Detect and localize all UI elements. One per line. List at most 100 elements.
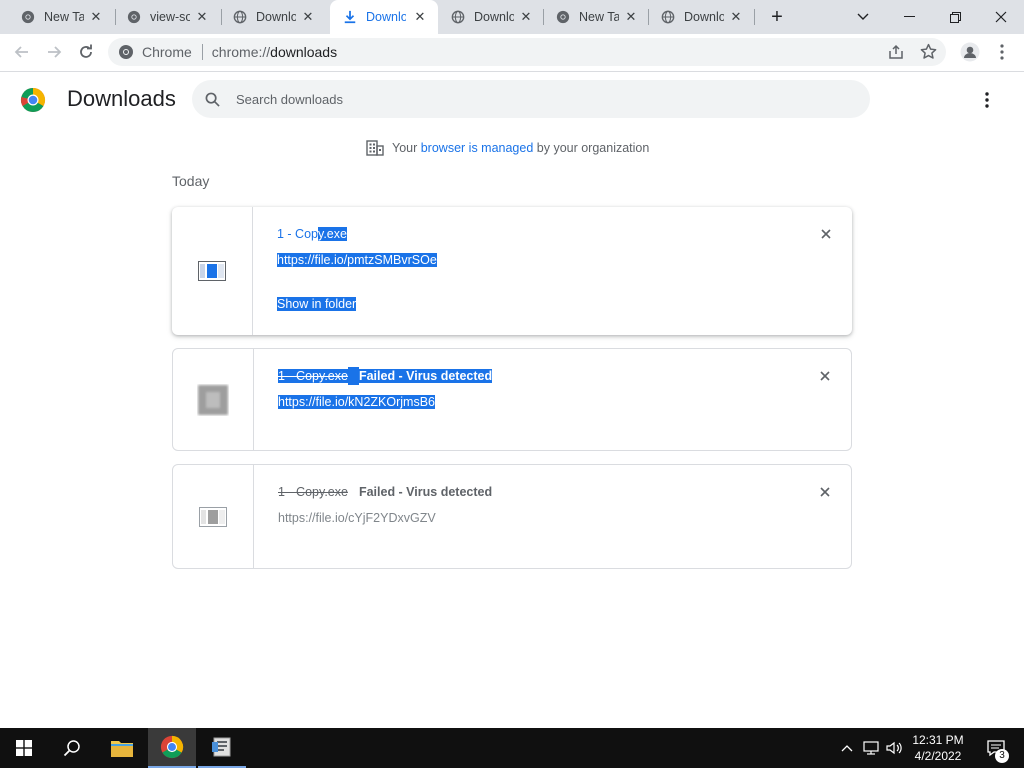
reload-button[interactable] bbox=[72, 38, 100, 66]
share-icon[interactable] bbox=[888, 44, 904, 60]
url-path: downloads bbox=[270, 44, 338, 60]
tab-new-tab-1[interactable]: New Tab ✕ bbox=[0, 0, 114, 34]
globe-icon bbox=[232, 9, 248, 25]
tab-close-icon[interactable]: ✕ bbox=[194, 9, 210, 25]
forward-button[interactable] bbox=[40, 38, 68, 66]
tab-title: view-source bbox=[150, 10, 190, 24]
browser-toolbar: Chrome chrome://downloads bbox=[0, 34, 1024, 72]
profile-avatar-icon[interactable] bbox=[956, 38, 984, 66]
managed-link[interactable]: browser is managed bbox=[421, 141, 534, 155]
remove-item-close-icon[interactable] bbox=[817, 484, 833, 500]
remove-item-close-icon[interactable] bbox=[817, 368, 833, 384]
download-icon bbox=[342, 9, 358, 25]
notification-count-badge: 3 bbox=[995, 749, 1009, 763]
file-url[interactable]: https://file.io/pmtzSMBvrSOe bbox=[277, 251, 437, 269]
show-in-folder-button[interactable]: Show in folder bbox=[277, 295, 357, 313]
taskbar-app-icon[interactable] bbox=[198, 728, 246, 768]
file-icon-cell bbox=[173, 349, 254, 450]
download-item: 1 - Copy.exe Failed - Virus detected htt… bbox=[172, 348, 852, 451]
tab-title: New Tab bbox=[579, 10, 619, 24]
show-in-folder-label: Show in folder bbox=[277, 297, 357, 311]
tab-close-icon[interactable]: ✕ bbox=[518, 9, 534, 25]
file-name[interactable]: 1 - Copy.exe bbox=[277, 225, 347, 243]
show-hidden-icons-chevron-up-icon[interactable] bbox=[836, 728, 858, 768]
tab-strip: New Tab ✕ view-source ✕ Downloads ✕ Down… bbox=[0, 0, 1024, 34]
status-text: Failed - Virus detected bbox=[358, 485, 493, 499]
download-item: 1 - Copy.exe https://file.io/pmtzSMBvrSO… bbox=[172, 207, 852, 335]
chip-divider bbox=[201, 44, 203, 60]
url-text: chrome://downloads bbox=[212, 44, 337, 60]
system-clock[interactable]: 12:31 PM 4/2/2022 bbox=[912, 732, 964, 764]
file-name-selected: y.exe bbox=[318, 227, 347, 241]
bookmark-star-icon[interactable] bbox=[920, 43, 937, 60]
address-bar[interactable]: Chrome chrome://downloads bbox=[108, 38, 946, 66]
file-url-text: https://file.io/kN2ZKOrjmsB6 bbox=[278, 395, 435, 409]
taskbar-chrome-icon[interactable] bbox=[148, 728, 196, 768]
file-icon-cell bbox=[173, 465, 254, 568]
blocked-file-icon bbox=[197, 384, 229, 416]
action-center-notification-icon[interactable]: 3 bbox=[976, 728, 1016, 768]
start-button-windows-icon[interactable] bbox=[0, 728, 48, 768]
windows-taskbar: 12:31 PM 4/2/2022 3 bbox=[0, 728, 1024, 768]
tab-close-icon[interactable]: ✕ bbox=[300, 9, 316, 25]
tab-title: New Tab bbox=[44, 10, 84, 24]
tab-downloads-2[interactable]: Downloads ✕ bbox=[430, 0, 544, 34]
file-name: 1 - Copy.exe bbox=[278, 485, 348, 499]
network-icon[interactable] bbox=[860, 728, 882, 768]
file-url[interactable]: https://file.io/kN2ZKOrjmsB6 bbox=[278, 393, 435, 411]
tab-downloads-1[interactable]: Downloads ✕ bbox=[212, 0, 326, 34]
new-tab-button[interactable]: + bbox=[762, 0, 792, 34]
file-icon-cell bbox=[172, 207, 253, 335]
tab-title: Downloads bbox=[684, 10, 724, 24]
managed-suffix: by your organization bbox=[533, 141, 650, 155]
file-name-row: 1 - Copy.exe Failed - Virus detected bbox=[278, 367, 493, 385]
exe-file-icon bbox=[198, 261, 226, 281]
clock-date: 4/2/2022 bbox=[914, 749, 962, 763]
tab-close-icon[interactable]: ✕ bbox=[728, 9, 744, 25]
managed-notice: Your browser is managed by your organiza… bbox=[366, 140, 649, 156]
tab-title: Downloads bbox=[256, 10, 296, 24]
file-url-text: https://file.io/pmtzSMBvrSOe bbox=[277, 253, 437, 267]
tab-close-icon[interactable]: ✕ bbox=[623, 9, 639, 25]
chrome-logo-icon bbox=[20, 87, 46, 113]
chrome-icon bbox=[118, 44, 134, 60]
file-name-row: 1 - Copy.exe Failed - Virus detected bbox=[278, 483, 492, 501]
date-section-label: Today bbox=[172, 173, 210, 189]
minimize-button[interactable] bbox=[886, 0, 932, 34]
taskbar-search-icon[interactable] bbox=[48, 728, 96, 768]
download-item: 1 - Copy.exe Failed - Virus detected http… bbox=[172, 464, 852, 569]
search-icon bbox=[205, 92, 220, 107]
downloads-more-menu-icon[interactable] bbox=[985, 92, 989, 108]
downloads-page: Downloads Your browser is managed by you… bbox=[0, 72, 1024, 728]
file-explorer-icon[interactable] bbox=[98, 728, 146, 768]
file-name-unselected: 1 - Cop bbox=[277, 227, 318, 241]
clock-time: 12:31 PM bbox=[912, 733, 964, 747]
tab-view-source[interactable]: view-source ✕ bbox=[106, 0, 220, 34]
tab-downloads-3[interactable]: Downloads ✕ bbox=[640, 0, 754, 34]
site-chip[interactable]: Chrome bbox=[118, 44, 192, 60]
search-input[interactable] bbox=[236, 91, 836, 107]
downloads-header: Downloads bbox=[0, 72, 1024, 128]
back-button[interactable] bbox=[8, 38, 36, 66]
tab-title: Downloads bbox=[474, 10, 514, 24]
url-scheme: chrome:// bbox=[211, 44, 271, 60]
tab-downloads-active[interactable]: Downloads ✕ bbox=[330, 0, 438, 34]
chrome-icon bbox=[555, 9, 571, 25]
status-text: Failed - Virus detected bbox=[358, 369, 493, 383]
remove-item-close-icon[interactable] bbox=[818, 226, 834, 242]
tab-close-icon[interactable]: ✕ bbox=[88, 9, 104, 25]
file-url-text: https://file.io/cYjF2YDxvGZV bbox=[278, 511, 436, 525]
restore-button[interactable] bbox=[932, 0, 978, 34]
tab-title: Downloads bbox=[366, 10, 406, 24]
tab-close-icon[interactable]: ✕ bbox=[412, 9, 428, 25]
file-url[interactable]: https://file.io/cYjF2YDxvGZV bbox=[278, 509, 436, 527]
chrome-icon bbox=[126, 9, 142, 25]
search-downloads-box[interactable] bbox=[192, 80, 870, 118]
tab-search-chevron-icon[interactable] bbox=[840, 0, 886, 34]
file-name: 1 - Copy.exe bbox=[278, 369, 348, 383]
tab-new-tab-2[interactable]: New Tab ✕ bbox=[535, 0, 649, 34]
more-menu-icon[interactable] bbox=[988, 38, 1016, 66]
globe-icon bbox=[660, 9, 676, 25]
close-window-button[interactable] bbox=[978, 0, 1024, 34]
volume-icon[interactable] bbox=[884, 728, 906, 768]
